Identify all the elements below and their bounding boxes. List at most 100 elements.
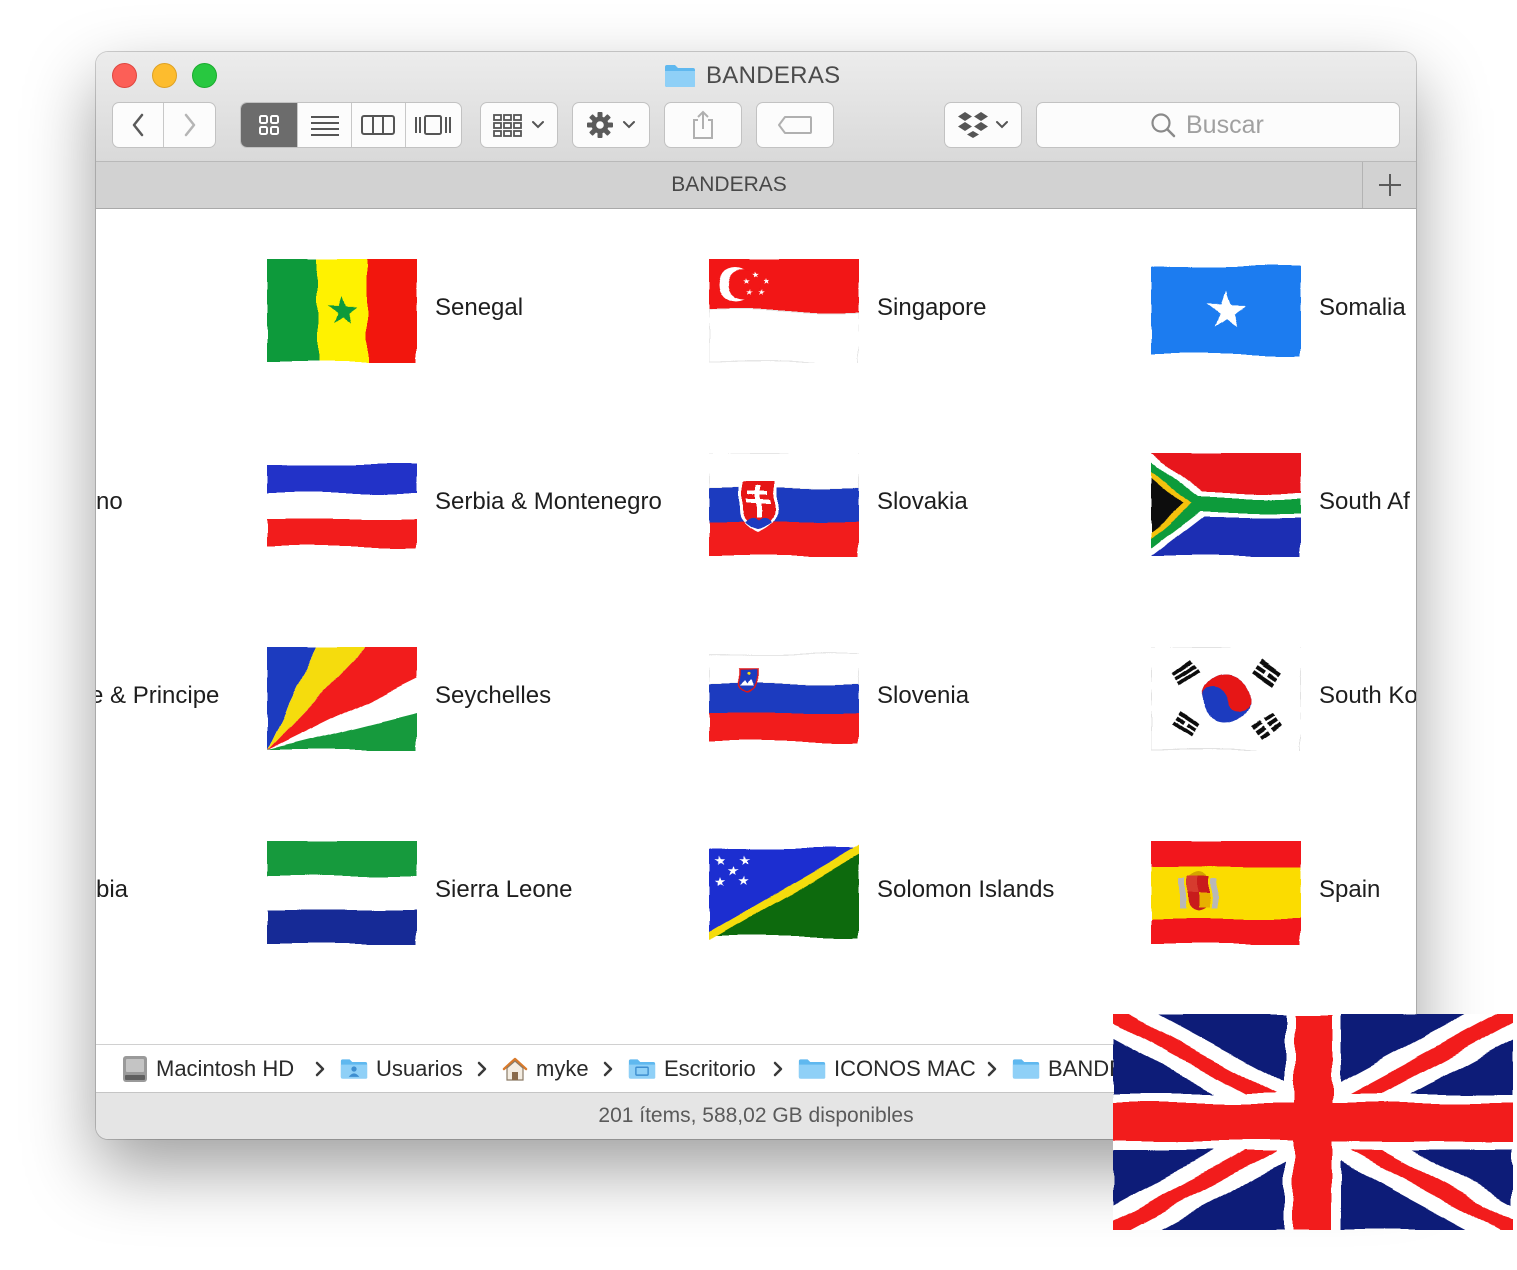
minimize-button[interactable] bbox=[152, 63, 177, 88]
file-item-seychelles[interactable]: Seychelles bbox=[267, 642, 567, 752]
file-label-partial[interactable]: no bbox=[96, 488, 123, 516]
gear-icon bbox=[587, 112, 613, 138]
file-label: Slovakia bbox=[877, 488, 968, 515]
file-item-serbia-montenegro[interactable]: Serbia & Montenegro bbox=[267, 448, 687, 558]
chevron-down-icon bbox=[623, 121, 635, 129]
folder-icon bbox=[798, 1058, 826, 1080]
file-label: Sierra Leone bbox=[435, 876, 573, 903]
chevron-right-icon bbox=[314, 1059, 326, 1079]
group-by-button[interactable] bbox=[480, 102, 558, 148]
new-tab-button[interactable] bbox=[1362, 162, 1416, 208]
plus-icon bbox=[1378, 174, 1401, 196]
file-label: Slovenia bbox=[877, 682, 970, 709]
file-label: Somalia bbox=[1319, 294, 1406, 321]
senegal-flag-icon bbox=[267, 259, 417, 363]
home-icon bbox=[502, 1057, 528, 1081]
file-item-slovenia[interactable]: Slovenia bbox=[709, 642, 1009, 752]
search-input[interactable] bbox=[1186, 110, 1286, 140]
slovakia-flag-icon bbox=[709, 453, 859, 557]
icon-view-button[interactable] bbox=[241, 103, 299, 147]
path-item-iconos-mac[interactable]: ICONOS MAC bbox=[798, 1045, 976, 1093]
tag-icon bbox=[778, 116, 812, 134]
path-item-banderas[interactable]: BANDE bbox=[1012, 1045, 1124, 1093]
window-title: BANDERAS bbox=[664, 60, 840, 92]
file-item-south-korea[interactable]: South Ko bbox=[1151, 642, 1416, 752]
chevron-down-icon bbox=[532, 121, 544, 129]
serbia-montenegro-flag-icon bbox=[267, 465, 417, 547]
cover-flow-icon bbox=[415, 115, 452, 135]
tab-banderas[interactable]: BANDERAS bbox=[96, 162, 1362, 208]
users-folder-icon bbox=[340, 1058, 368, 1080]
gallery-view-button[interactable] bbox=[406, 103, 461, 147]
file-item-somalia[interactable]: Somalia bbox=[1151, 254, 1416, 364]
united-kingdom-flag-icon bbox=[1113, 1014, 1513, 1230]
forward-button[interactable] bbox=[164, 103, 215, 147]
file-item-spain[interactable]: Spain bbox=[1151, 836, 1416, 946]
file-item-solomon-islands[interactable]: Solomon Islands bbox=[709, 836, 1054, 946]
share-button[interactable] bbox=[664, 102, 742, 148]
grid-icon bbox=[259, 115, 280, 135]
search-icon bbox=[1151, 113, 1176, 138]
column-view-button[interactable] bbox=[352, 103, 406, 147]
folder-icon bbox=[664, 64, 696, 88]
dropbox-button[interactable] bbox=[944, 102, 1022, 148]
spain-flag-icon bbox=[1151, 841, 1301, 945]
chevron-right-icon bbox=[986, 1059, 998, 1079]
file-label: Senegal bbox=[435, 294, 524, 321]
zoom-button[interactable] bbox=[192, 63, 217, 88]
south-africa-flag-icon bbox=[1151, 453, 1301, 557]
file-item-slovakia[interactable]: Slovakia bbox=[709, 448, 1009, 558]
finder-window: BANDERAS Buscar BANDERAS no e & Principe… bbox=[96, 52, 1416, 1139]
chevron-down-icon bbox=[996, 121, 1008, 129]
hard-drive-icon bbox=[123, 1056, 147, 1082]
folder-icon bbox=[1012, 1058, 1040, 1080]
file-label-partial[interactable]: e & Principe bbox=[96, 682, 219, 710]
slovenia-flag-icon bbox=[709, 654, 859, 742]
file-label-partial[interactable]: bia bbox=[96, 876, 128, 904]
path-item-label: Usuarios bbox=[376, 1056, 463, 1081]
file-label: Singapore bbox=[877, 294, 987, 321]
file-label: Seychelles bbox=[435, 682, 552, 709]
file-label: South Af bbox=[1319, 488, 1410, 515]
view-mode-control bbox=[240, 102, 462, 148]
search-field[interactable] bbox=[1036, 102, 1400, 148]
icon-view: no e & Principe bia Senegal Singapore So… bbox=[96, 209, 1416, 1044]
path-item-label: Macintosh HD bbox=[156, 1056, 295, 1081]
list-icon bbox=[310, 116, 339, 136]
file-item-singapore[interactable]: Singapore bbox=[709, 254, 1009, 364]
path-item-label: ICONOS MAC bbox=[834, 1056, 976, 1081]
chevron-right-icon bbox=[772, 1059, 784, 1079]
chevron-right-icon bbox=[476, 1059, 488, 1079]
south-korea-flag-icon bbox=[1151, 647, 1301, 751]
close-button[interactable] bbox=[112, 63, 137, 88]
chevron-right-icon bbox=[602, 1059, 614, 1079]
dropbox-icon bbox=[958, 112, 988, 138]
path-item-myke[interactable]: myke bbox=[502, 1045, 589, 1093]
path-item-usuarios[interactable]: Usuarios bbox=[340, 1045, 463, 1093]
back-button[interactable] bbox=[113, 103, 165, 147]
sierra-leone-flag-icon bbox=[267, 841, 417, 945]
seychelles-flag-icon bbox=[267, 647, 417, 751]
file-item-south-africa[interactable]: South Af bbox=[1151, 448, 1416, 558]
share-icon bbox=[693, 110, 713, 139]
file-item-senegal[interactable]: Senegal bbox=[267, 254, 537, 364]
file-label: Serbia & Montenegro bbox=[435, 488, 662, 515]
file-item-sierra-leone[interactable]: Sierra Leone bbox=[267, 836, 572, 946]
columns-icon bbox=[361, 115, 396, 135]
action-button[interactable] bbox=[572, 102, 650, 148]
group-grid-icon bbox=[493, 114, 522, 137]
list-view-button[interactable] bbox=[298, 103, 352, 147]
navigation-buttons bbox=[112, 102, 216, 148]
singapore-flag-icon bbox=[709, 259, 859, 363]
path-item-label: Escritorio bbox=[664, 1056, 756, 1081]
path-item-label: myke bbox=[536, 1056, 589, 1081]
title-bar: BANDERAS bbox=[96, 52, 1416, 162]
chevron-right-icon bbox=[184, 113, 195, 137]
edit-tags-button[interactable] bbox=[756, 102, 834, 148]
path-item-macintosh-hd[interactable]: Macintosh HD bbox=[122, 1045, 294, 1093]
desktop-folder-icon bbox=[628, 1058, 656, 1080]
somalia-flag-icon bbox=[1151, 267, 1301, 355]
chevron-left-icon bbox=[132, 113, 144, 137]
file-label: South Ko bbox=[1319, 682, 1416, 709]
path-item-escritorio[interactable]: Escritorio bbox=[628, 1045, 756, 1093]
